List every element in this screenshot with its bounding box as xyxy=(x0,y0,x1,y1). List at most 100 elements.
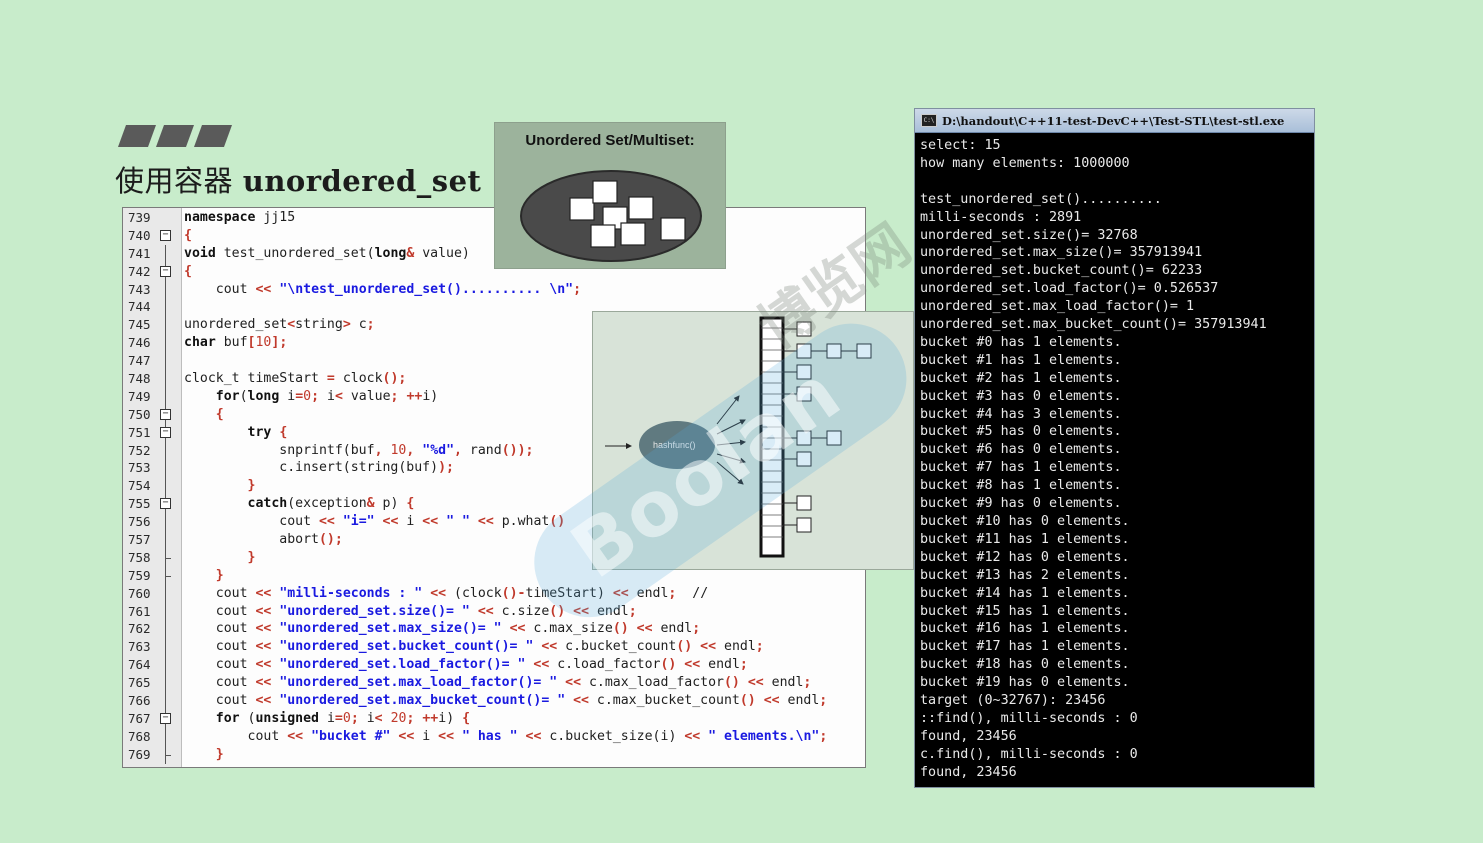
line-number: 740 xyxy=(128,227,151,243)
code-text: } xyxy=(247,478,256,494)
console-line: bucket #11 has 1 elements. xyxy=(920,531,1130,547)
console-line: ::find(), milli-seconds : 0 xyxy=(920,710,1138,726)
code-text: for(long i=0; i< value; ++i) xyxy=(215,388,439,404)
code-line-row[interactable]: 764 cout << "unordered_set.load_factor()… xyxy=(123,656,865,675)
console-line: found, 23456 xyxy=(920,728,1017,744)
slide-title-cn: 使用容器 xyxy=(115,164,234,198)
line-number: 741 xyxy=(128,245,151,261)
hashfunc-label: hashfunc() xyxy=(653,440,696,450)
code-text: cout << "i=" << i << " " << p.what() xyxy=(184,514,566,530)
console-line: bucket #5 has 0 elements. xyxy=(920,424,1122,440)
console-line: unordered_set.max_bucket_count()= 357913… xyxy=(920,317,1267,333)
fold-end-marker xyxy=(165,575,171,577)
fold-guide xyxy=(165,584,166,603)
fold-guide xyxy=(165,298,166,317)
code-line-row[interactable]: 762 cout << "unordered_set.max_size()= "… xyxy=(123,620,865,639)
fold-toggle-icon[interactable]: − xyxy=(160,408,171,420)
console-output: select: 15 how many elements: 1000000 test… xyxy=(915,133,1314,782)
console-line: milli-seconds : 2891 xyxy=(920,209,1082,225)
line-number: 746 xyxy=(128,335,151,351)
code-text: cout << "unordered_set.max_size()= " << … xyxy=(184,621,701,637)
code-text: snprintf(buf, 10, "%d", rand()); xyxy=(184,442,534,458)
code-text: cout << "unordered_set.max_load_factor()… xyxy=(184,675,812,691)
fold-toggle-icon[interactable]: − xyxy=(160,229,171,241)
console-line: c.find(), milli-seconds : 0 xyxy=(920,746,1138,762)
code-text: cout << "milli-seconds : " << (clock()-t… xyxy=(184,585,709,601)
code-line-row[interactable]: 743 cout << "\ntest_unordered_set().....… xyxy=(123,280,865,299)
fold-toggle-icon[interactable]: − xyxy=(160,426,171,438)
code-text: cout << "unordered_set.load_factor()= " … xyxy=(184,657,748,673)
fold-guide xyxy=(165,441,166,460)
console-window[interactable]: C:\ D:\handout\C++11-test-DevC++\Test-ST… xyxy=(914,108,1315,788)
line-number: 739 xyxy=(128,210,151,225)
console-line: unordered_set.size()= 32768 xyxy=(920,227,1138,243)
fold-guide xyxy=(165,620,166,639)
line-number: 753 xyxy=(128,460,151,476)
console-line: bucket #7 has 1 elements. xyxy=(920,460,1122,476)
code-line-row[interactable]: 761 cout << "unordered_set.size()= " << … xyxy=(123,602,865,621)
fold-toggle-icon[interactable]: − xyxy=(160,498,171,510)
fold-guide xyxy=(165,727,166,746)
code-line-row[interactable]: 765 cout << "unordered_set.max_load_fact… xyxy=(123,674,865,693)
code-text: for (unsigned i=0; i< 20; ++i) { xyxy=(215,710,471,726)
console-line: bucket #9 has 0 elements. xyxy=(920,496,1122,512)
line-number: 749 xyxy=(128,388,151,404)
code-text: clock_t timeStart = clock(); xyxy=(184,371,407,387)
line-number: 745 xyxy=(128,317,151,333)
slide-title-en: unordered_set xyxy=(242,164,482,198)
console-line: bucket #4 has 3 elements. xyxy=(920,406,1122,422)
console-line: bucket #0 has 1 elements. xyxy=(920,334,1122,350)
code-line-row[interactable]: 763 cout << "unordered_set.bucket_count(… xyxy=(123,638,865,657)
code-line-row[interactable]: 769 } xyxy=(123,745,865,764)
line-number: 743 xyxy=(128,281,151,297)
line-number: 752 xyxy=(128,442,151,458)
line-number: 754 xyxy=(128,478,151,494)
fold-guide xyxy=(165,316,166,335)
set-ellipse-graphic xyxy=(520,170,702,262)
unordered-set-diagram: Unordered Set/Multiset: xyxy=(494,122,726,269)
line-number: 756 xyxy=(128,514,151,530)
fold-guide xyxy=(165,370,166,388)
line-number: 755 xyxy=(128,496,151,512)
console-line: bucket #13 has 2 elements. xyxy=(920,567,1130,583)
fold-end-marker xyxy=(165,557,171,559)
console-line: bucket #16 has 1 elements. xyxy=(920,621,1130,637)
console-line: bucket #6 has 0 elements. xyxy=(920,442,1122,458)
console-line: how many elements: 1000000 xyxy=(920,155,1130,171)
console-line: unordered_set.max_size()= 357913941 xyxy=(920,245,1203,261)
fold-guide xyxy=(165,280,166,299)
line-number: 766 xyxy=(128,693,151,709)
console-line: bucket #18 has 0 elements. xyxy=(920,657,1130,673)
fold-guide xyxy=(165,674,166,693)
fold-guide xyxy=(165,656,166,675)
console-line: bucket #10 has 0 elements. xyxy=(920,514,1130,530)
console-line: bucket #3 has 0 elements. xyxy=(920,388,1122,404)
fold-guide xyxy=(165,638,166,657)
fold-guide xyxy=(165,459,166,478)
console-titlebar[interactable]: C:\ D:\handout\C++11-test-DevC++\Test-ST… xyxy=(915,109,1314,133)
line-number: 742 xyxy=(128,263,151,279)
line-number: 767 xyxy=(128,710,151,726)
fold-end-marker xyxy=(165,754,171,756)
code-text: try { xyxy=(247,424,288,440)
code-text: { xyxy=(184,263,192,279)
slide-title: 使用容器 unordered_set xyxy=(115,158,481,200)
console-line: bucket #1 has 1 elements. xyxy=(920,352,1122,368)
title-decoration xyxy=(117,125,233,147)
line-number: 764 xyxy=(128,657,151,673)
line-number: 762 xyxy=(128,621,151,637)
code-line-row[interactable]: 760 cout << "milli-seconds : " << (clock… xyxy=(123,584,865,603)
fold-toggle-icon[interactable]: − xyxy=(160,712,171,724)
code-line-row[interactable]: 767− for (unsigned i=0; i< 20; ++i) { xyxy=(123,709,865,728)
console-line: bucket #2 has 1 elements. xyxy=(920,370,1122,386)
code-text: cout << "unordered_set.bucket_count()= "… xyxy=(184,639,764,655)
code-line-row[interactable]: 766 cout << "unordered_set.max_bucket_co… xyxy=(123,692,865,710)
fold-guide xyxy=(165,692,166,710)
code-line-row[interactable]: 768 cout << "bucket #" << i << " has " <… xyxy=(123,727,865,746)
console-line: found, 23456 xyxy=(920,764,1017,780)
fold-toggle-icon[interactable]: − xyxy=(160,265,171,277)
code-text: } xyxy=(215,567,224,583)
code-text: c.insert(string(buf)); xyxy=(184,460,454,476)
console-line: unordered_set.load_factor()= 0.526537 xyxy=(920,281,1219,297)
